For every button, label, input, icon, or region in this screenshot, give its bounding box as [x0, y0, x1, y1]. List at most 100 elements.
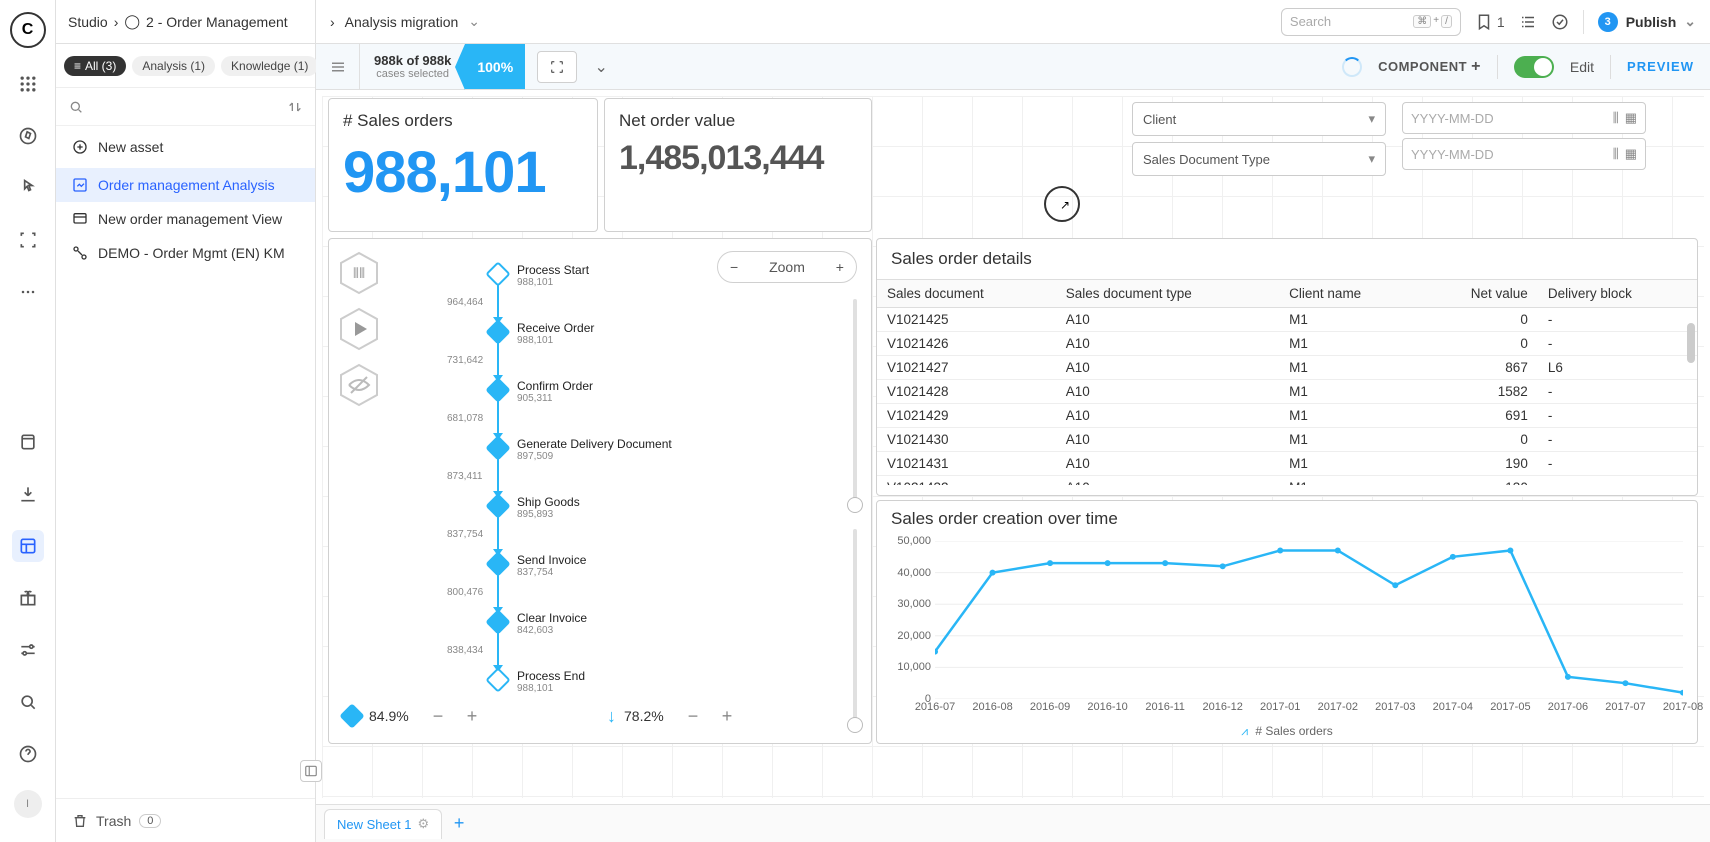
process-node[interactable]: Receive Order988,101731,642: [489, 321, 849, 379]
crumb-page[interactable]: Analysis migration: [345, 14, 459, 30]
date-to-input[interactable]: YYYY-MM-DD ⫼▦: [1402, 138, 1646, 170]
node-hex-icon: [485, 609, 510, 634]
process-node[interactable]: Clear Invoice842,603838,434: [489, 611, 849, 669]
table-row[interactable]: V1021430A10M10-: [877, 428, 1697, 452]
process-flow-diagram[interactable]: Process Start988,101964,464Receive Order…: [489, 263, 849, 727]
bars-icon[interactable]: ⫼: [1613, 146, 1619, 162]
layout-icon[interactable]: [12, 530, 44, 562]
component-button[interactable]: COMPONENT+: [1378, 58, 1481, 76]
hex-icon: [339, 703, 364, 728]
scan-icon[interactable]: [12, 224, 44, 256]
asset-item-km[interactable]: DEMO - Order Mgmt (EN) KM: [56, 236, 315, 270]
chart-panel[interactable]: Sales order creation over time 010,00020…: [876, 500, 1698, 744]
filter-knowledge[interactable]: Knowledge (1): [221, 56, 318, 76]
table-row[interactable]: V1021432A10M1130-: [877, 476, 1697, 486]
selection-icon[interactable]: [537, 51, 577, 83]
crumb-studio[interactable]: Studio: [68, 14, 108, 30]
dropdown-client[interactable]: Client▾: [1132, 102, 1386, 136]
edit-label: Edit: [1570, 59, 1594, 75]
process-node[interactable]: Ship Goods895,893837,754: [489, 495, 849, 553]
collapse-sidebar-icon[interactable]: [300, 760, 322, 782]
settings-icon[interactable]: [12, 634, 44, 666]
table-header[interactable]: Delivery block: [1538, 280, 1697, 308]
search-rail-icon[interactable]: [12, 686, 44, 718]
crumb-project[interactable]: 2 - Order Management: [146, 14, 288, 30]
apps-icon[interactable]: [12, 68, 44, 100]
asset-item-analysis[interactable]: Order management Analysis: [56, 168, 315, 202]
chevron-down-icon[interactable]: ⌄: [468, 13, 480, 30]
cursor-indicator-icon: [1044, 186, 1080, 222]
pointer-icon[interactable]: [12, 172, 44, 204]
asset-list: Order management Analysis New order mana…: [56, 168, 315, 798]
date-from-input[interactable]: YYYY-MM-DD ⫼▦: [1402, 102, 1646, 134]
menu-icon[interactable]: [316, 44, 360, 89]
activity-slider[interactable]: [853, 299, 857, 509]
table-header[interactable]: Net value: [1420, 280, 1538, 308]
table-row[interactable]: V1021429A10M1691-: [877, 404, 1697, 428]
share-icon[interactable]: [1551, 13, 1569, 31]
dropdown-icon[interactable]: ⌄: [589, 51, 613, 83]
bookmark-icon[interactable]: 1: [1475, 13, 1505, 31]
table-row[interactable]: V1021428A10M11582-: [877, 380, 1697, 404]
gift-icon[interactable]: [12, 582, 44, 614]
table-header[interactable]: Client name: [1279, 280, 1420, 308]
process-node[interactable]: Process Start988,101964,464: [489, 263, 849, 321]
node-label: Send Invoice: [517, 553, 586, 567]
compass-icon[interactable]: [12, 120, 44, 152]
table-row[interactable]: V1021427A10M1867L6: [877, 356, 1697, 380]
plus-icon[interactable]: +: [459, 703, 485, 729]
process-node[interactable]: Send Invoice837,754800,476: [489, 553, 849, 611]
preview-button[interactable]: PREVIEW: [1627, 59, 1694, 74]
orders-table[interactable]: Sales documentSales document typeClient …: [877, 279, 1697, 485]
minus-icon[interactable]: −: [425, 703, 451, 729]
table-row[interactable]: V1021425A10M10-: [877, 308, 1697, 332]
table-row[interactable]: V1021431A10M1190-: [877, 452, 1697, 476]
table-header[interactable]: Sales document type: [1056, 280, 1279, 308]
add-sheet-button[interactable]: +: [444, 813, 474, 834]
process-node[interactable]: Generate Delivery Document897,509873,411: [489, 437, 849, 495]
asset-item-view[interactable]: New order management View: [56, 202, 315, 236]
calendar-icon[interactable]: ▦: [1625, 146, 1637, 162]
node-label: Receive Order: [517, 321, 594, 335]
kpi-sales-orders[interactable]: # Sales orders 988,101: [328, 98, 598, 232]
kpi-net-order-value[interactable]: Net order value 1,485,013,444: [604, 98, 872, 232]
search-input[interactable]: Search ⌘ + /: [1281, 8, 1461, 36]
sheet-tab[interactable]: New Sheet 1 ⚙: [324, 809, 442, 839]
filter-all[interactable]: ≡All (3): [64, 56, 126, 76]
process-flow-panel[interactable]: ⦀⦀ − Zoom + Process Start988,101964,464R…: [328, 238, 872, 744]
download-icon[interactable]: [12, 478, 44, 510]
visibility-icon[interactable]: [339, 363, 379, 407]
kpi-title: # Sales orders: [343, 111, 583, 131]
filter-analysis[interactable]: Analysis (1): [132, 56, 215, 76]
book-icon[interactable]: [12, 426, 44, 458]
new-asset-button[interactable]: New asset: [56, 126, 315, 168]
table-scrollbar[interactable]: [1687, 323, 1695, 363]
publish-button[interactable]: 3 Publish ⌄: [1598, 12, 1696, 32]
play-icon[interactable]: [339, 307, 379, 351]
plus-icon[interactable]: +: [714, 703, 740, 729]
more-icon[interactable]: [12, 276, 44, 308]
calendar-icon[interactable]: ▦: [1625, 110, 1637, 126]
dropdown-doctype[interactable]: Sales Document Type▾: [1132, 142, 1386, 176]
logo-icon[interactable]: C: [10, 12, 46, 48]
activity-percent: 84.9% − +: [343, 703, 593, 729]
avatar[interactable]: I: [14, 790, 42, 818]
gear-icon[interactable]: ⚙: [417, 816, 429, 832]
bars-icon[interactable]: ⫼: [1613, 110, 1619, 126]
edit-toggle[interactable]: [1514, 56, 1554, 78]
process-node[interactable]: Confirm Order905,311681,078: [489, 379, 849, 437]
plus-circle-icon: [72, 139, 88, 155]
minus-icon[interactable]: −: [680, 703, 706, 729]
tally-icon[interactable]: ⦀⦀: [339, 251, 379, 295]
node-hex-icon: [485, 435, 510, 460]
cases-indicator: 988k of 988k cases selected: [360, 53, 465, 80]
trash[interactable]: Trash 0: [56, 798, 315, 842]
list-icon[interactable]: [1519, 13, 1537, 31]
table-panel[interactable]: Sales order details Sales documentSales …: [876, 238, 1698, 496]
help-icon[interactable]: [12, 738, 44, 770]
sidebar-search[interactable]: [56, 88, 315, 126]
table-header[interactable]: Sales document: [877, 280, 1056, 308]
new-asset-label: New asset: [98, 139, 163, 155]
table-row[interactable]: V1021426A10M10-: [877, 332, 1697, 356]
sort-icon[interactable]: [287, 99, 303, 115]
